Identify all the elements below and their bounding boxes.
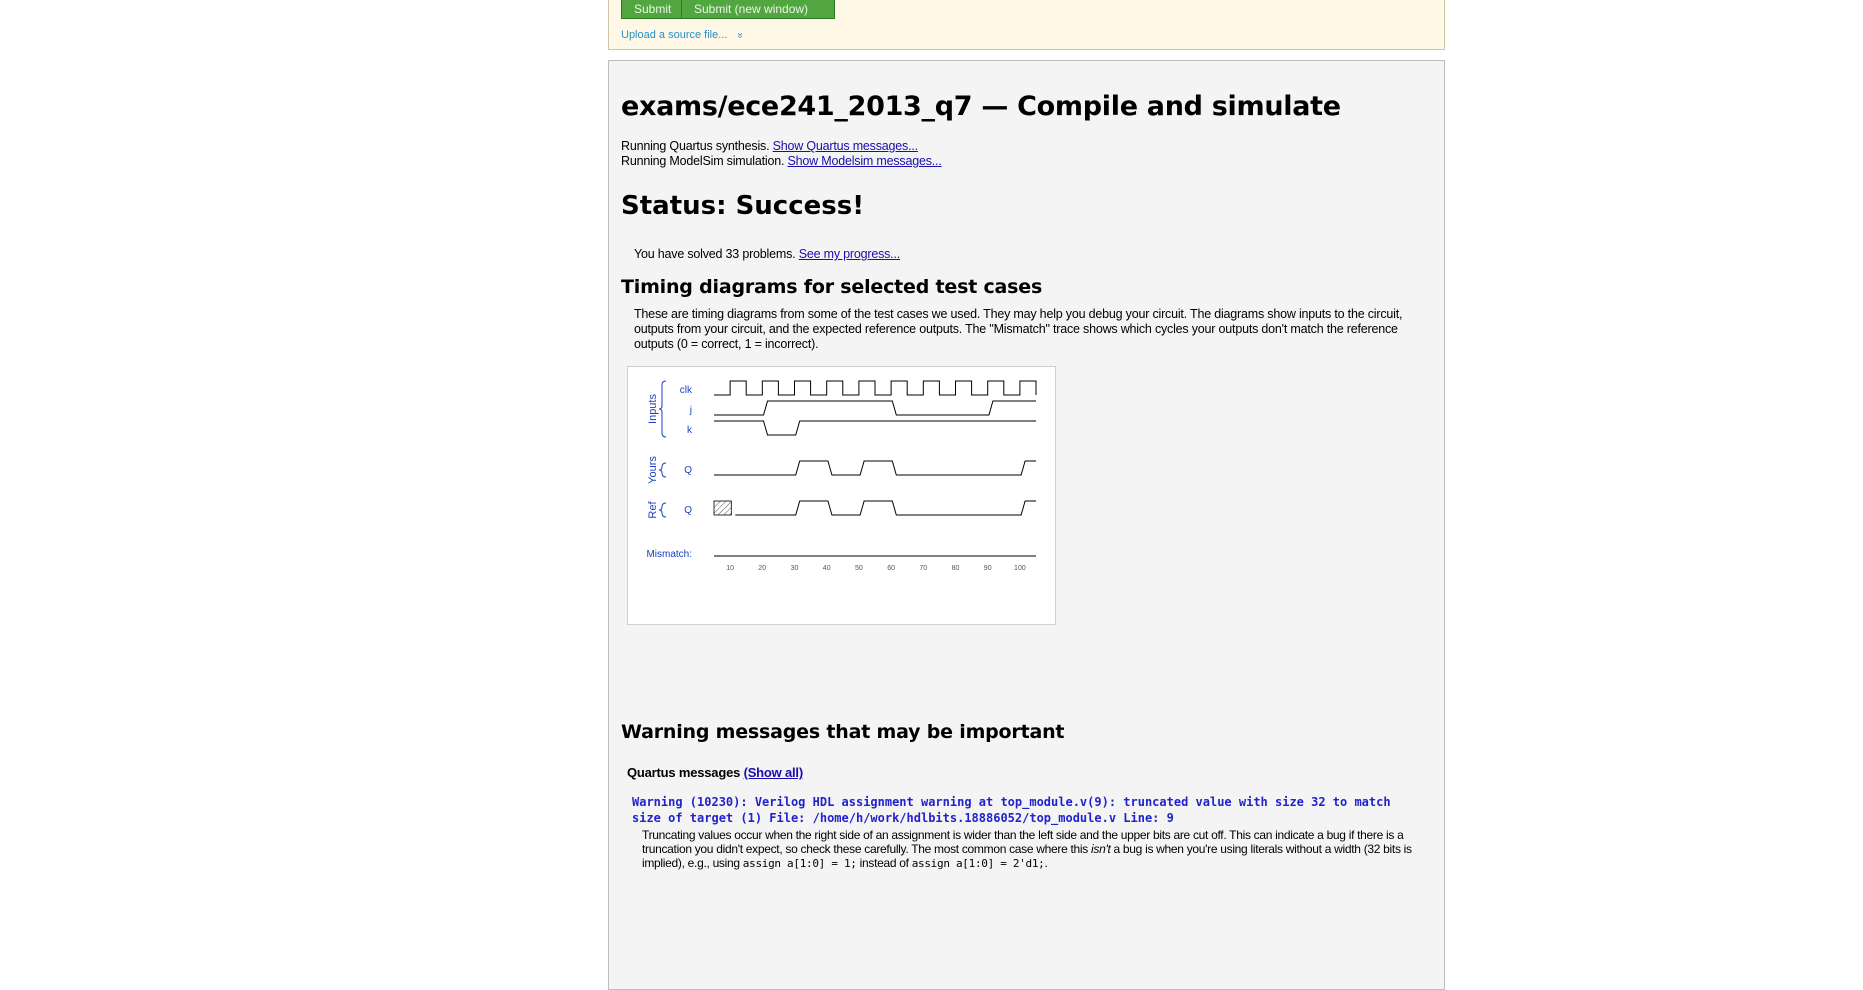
solved-count-text: You have solved 33 problems. <box>634 247 796 261</box>
explain-code-2: assign a[1:0] = 2'd1; <box>911 857 1045 870</box>
time-tick-label: 40 <box>823 565 831 572</box>
signal-label-k: k <box>687 425 693 436</box>
show-all-link[interactable]: (Show all) <box>744 765 804 780</box>
time-tick-label: 70 <box>919 565 927 572</box>
submit-new-window-button[interactable]: Submit (new window) <box>681 0 835 19</box>
time-tick-label: 50 <box>855 565 863 572</box>
signal-label-mismatch: Mismatch: <box>646 549 692 560</box>
signal-label-clk: clk <box>680 385 693 396</box>
modelsim-status-text: Running ModelSim simulation. <box>621 154 785 168</box>
status-heading: Status: Success! <box>621 191 865 221</box>
warning-message: Warning (10230): Verilog HDL assignment … <box>632 795 1391 825</box>
time-tick-label: 100 <box>1014 565 1026 572</box>
timing-diagrams-heading: Timing diagrams for selected test cases <box>621 276 1043 298</box>
modelsim-line: Running ModelSim simulation. Show Models… <box>621 154 942 168</box>
result-panel: exams/ece241_2013_q7 — Compile and simul… <box>608 60 1445 990</box>
explain-text-3: instead of <box>856 856 912 870</box>
waveform-unknown-ref_q <box>713 500 732 516</box>
show-modelsim-messages-link[interactable]: Show Modelsim messages... <box>788 154 942 168</box>
upload-source-link[interactable]: Upload a source file... » <box>621 29 746 41</box>
chevron-down-icon: » <box>734 32 746 39</box>
waveform-yours_q <box>714 460 1036 476</box>
time-tick-label: 60 <box>887 565 895 572</box>
group-label-inputs: Inputs <box>647 394 659 424</box>
time-tick-label: 30 <box>791 565 799 572</box>
submit-button[interactable]: Submit <box>621 0 685 19</box>
time-tick-label: 80 <box>952 565 960 572</box>
timing-diagram-svg: Inputs Yours Ref clk jk Q Q Mismatch: 10 20 30 40 50… <box>646 380 1037 572</box>
upload-source-label: Upload a source file... <box>621 29 728 41</box>
signal-label-j: j <box>689 405 692 416</box>
waveform-k <box>714 420 1036 436</box>
show-quartus-messages-link[interactable]: Show Quartus messages... <box>773 139 918 153</box>
timing-description: These are timing diagrams from some of t… <box>634 307 1403 351</box>
group-label-yours: Yours <box>647 456 659 484</box>
quartus-status-text: Running Quartus synthesis. <box>621 139 770 153</box>
solved-line: You have solved 33 problems. See my prog… <box>634 247 900 261</box>
quartus-line: Running Quartus synthesis. Show Quartus … <box>621 139 918 153</box>
warning-explanation: Truncating values occur when the right s… <box>642 828 1432 871</box>
explain-text-4: . <box>1044 856 1048 870</box>
explain-emphasis: isn't <box>1091 842 1111 856</box>
quartus-messages-label: Quartus messages <box>627 765 741 780</box>
time-tick-label: 90 <box>984 565 992 572</box>
page-title: exams/ece241_2013_q7 — Compile and simul… <box>621 91 1341 122</box>
see-my-progress-link[interactable]: See my progress... <box>799 247 901 261</box>
group-label-ref: Ref <box>647 501 659 519</box>
waveform-clk <box>714 380 1037 396</box>
waveform-ref_q <box>735 500 1036 516</box>
quartus-messages-header: Quartus messages (Show all) <box>627 765 803 780</box>
timing-diagram: Inputs Yours Ref clk j k Q Q Mismatch: 10 20 30 40 50… <box>627 366 1056 625</box>
time-tick-label: 20 <box>758 565 766 572</box>
explain-code-1: assign a[1:0] = 1; <box>742 857 857 870</box>
warnings-heading: Warning messages that may be important <box>621 721 1065 743</box>
signal-label-ref_q: Q <box>684 505 692 516</box>
group-brace-ref <box>658 502 667 518</box>
submit-panel: Submit Submit (new window) Upload a sour… <box>608 0 1445 50</box>
group-brace-inputs <box>658 380 667 438</box>
group-brace-yours <box>658 462 667 478</box>
time-tick-label: 10 <box>726 565 734 572</box>
waveform-j <box>714 400 1036 416</box>
signal-label-yours_q: Q <box>684 465 692 476</box>
